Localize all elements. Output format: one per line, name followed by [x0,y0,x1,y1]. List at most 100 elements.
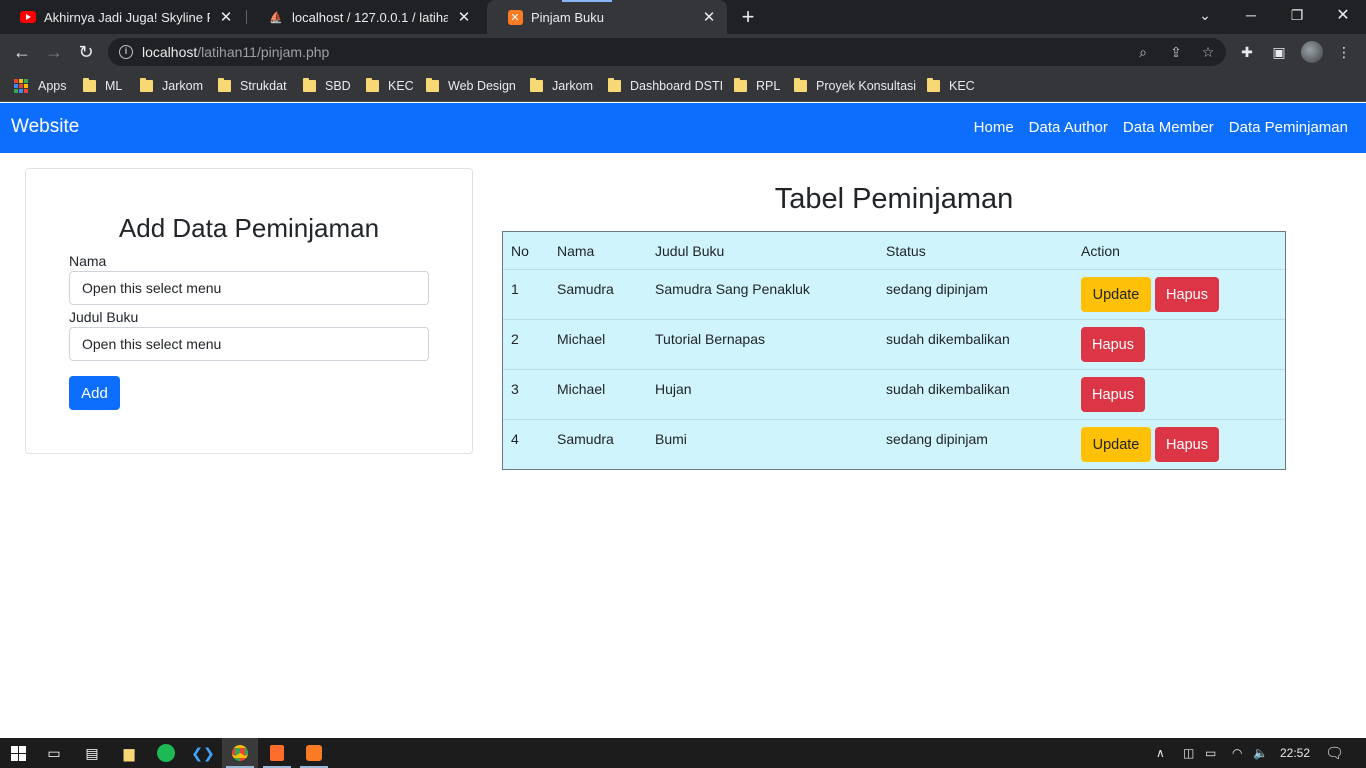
bookmark-label: RPL [756,79,781,93]
xampp-icon: ✕ [507,9,523,25]
vscode-icon[interactable]: ❮❯ [185,738,221,768]
tab-search-icon[interactable]: ⌄ [1182,0,1228,30]
profile-avatar[interactable] [1301,41,1323,63]
browser-tab-strip: Akhirnya Jadi Juga! Skyline R-34 | ✕ ⛵ l… [0,0,1366,34]
cell-judul-buku: Hujan [655,381,692,397]
nav-link-home[interactable]: Home [974,119,1014,136]
bookmark-label: KEC [388,79,414,93]
bookmark-folder[interactable]: RPL [734,77,780,95]
bookmark-label: Apps [38,79,67,93]
spotify-icon[interactable] [148,738,184,768]
terminal-icon[interactable]: ▤ [74,738,110,768]
nav-link-data-author[interactable]: Data Author [1029,119,1108,136]
bookmark-label: Dashboard DSTI [630,79,724,93]
hapus-button[interactable]: Hapus [1081,377,1145,412]
bookmark-folder[interactable]: KEC [927,77,975,95]
cell-no: 1 [511,281,519,297]
bookmark-folder[interactable]: Strukdat [218,77,287,95]
cell-judul-buku: Bumi [655,431,687,447]
menu-kebab-icon[interactable]: ⋮ [1334,42,1354,62]
row-actions: Hapus [1081,327,1145,362]
extensions-puzzle-icon[interactable]: ✚ [1237,42,1257,62]
table-row: 3 Michael Hujan sudah dikembalikan Hapus [503,369,1285,419]
folder-icon [794,78,807,92]
update-button[interactable]: Update [1081,427,1151,462]
bookmark-apps[interactable]: Apps [14,77,67,95]
add-button[interactable]: Add [69,376,120,410]
close-tab-icon[interactable]: ✕ [218,8,234,26]
close-tab-icon[interactable]: ✕ [701,8,717,26]
new-tab-icon[interactable]: + [738,6,758,28]
folder-icon [927,78,940,92]
bookmark-folder[interactable]: SBD [303,77,351,95]
bookmark-folder[interactable]: Dashboard DSTI [608,77,723,95]
bookmark-folder[interactable]: Web Design [426,77,516,95]
bookmark-folder[interactable]: Proyek Konsultasi [794,77,916,95]
nav-link-data-member[interactable]: Data Member [1123,119,1214,136]
bookmark-folder[interactable]: KEC [366,77,414,95]
side-panel-icon[interactable]: ▣ [1269,42,1289,62]
nav-link-data-peminjaman[interactable]: Data Peminjaman [1229,119,1348,136]
bookmark-folder[interactable]: Jarkom [530,77,593,95]
zoom-icon[interactable]: ⌕ [1134,43,1152,61]
url-text[interactable]: localhost/latihan11/pinjam.php [142,44,329,60]
task-view-icon[interactable]: ▭ [36,738,72,768]
cell-nama: Michael [557,331,606,347]
row-actions: Update Hapus [1081,427,1219,462]
browser-tab-pinjam-buku[interactable]: ✕ Pinjam Buku ✕ [487,0,727,34]
reload-icon[interactable]: ↻ [74,40,98,64]
volume-icon[interactable]: 🔈 [1253,738,1268,768]
back-arrow-icon[interactable]: ← [10,40,34,64]
header-judul-buku: Judul Buku [655,243,725,259]
sublime-icon[interactable] [259,738,295,768]
address-bar[interactable]: i localhost/latihan11/pinjam.php ⌕ ⇪ ☆ [108,38,1226,66]
cell-no: 2 [511,331,519,347]
navbar-brand[interactable]: Website [11,116,79,138]
close-tab-icon[interactable]: ✕ [456,8,472,26]
bookmark-label: SBD [325,79,351,93]
url-path: /latihan11/pinjam.php [197,44,330,60]
close-window-icon[interactable]: ✕ [1320,0,1366,30]
folder-icon [426,78,439,92]
bookmark-label: Jarkom [552,79,593,93]
notification-icon[interactable]: 🗨 [1325,738,1344,768]
bookmark-label: ML [105,79,123,93]
browser-tab-phpmyadmin[interactable]: ⛵ localhost / 127.0.0.1 / latihan11 / ✕ [248,0,482,34]
cell-status: sudah dikembalikan [886,331,1010,347]
restore-icon[interactable]: ❐ [1274,0,1320,30]
cell-nama: Samudra [557,431,614,447]
minimize-icon[interactable]: ─ [1228,0,1274,30]
apps-grid-icon [14,79,28,93]
url-host: localhost [142,44,198,60]
row-actions: Update Hapus [1081,277,1219,312]
folder-icon [734,78,747,92]
wifi-icon[interactable]: ◠ [1232,738,1242,768]
bookmark-folder[interactable]: Jarkom [140,77,203,95]
browser-toolbar: ← → ↻ i localhost/latihan11/pinjam.php ⌕… [0,34,1366,70]
windows-start-icon[interactable] [0,738,36,768]
bookmark-star-icon[interactable]: ☆ [1199,43,1217,61]
cell-no: 4 [511,431,519,447]
cell-nama: Michael [557,381,606,397]
update-button[interactable]: Update [1081,277,1151,312]
hapus-button[interactable]: Hapus [1155,277,1219,312]
site-info-icon[interactable]: i [119,45,133,59]
bookmark-folder[interactable]: ML [83,77,122,95]
tray-chevron-icon[interactable]: ∧ [1156,738,1165,768]
forward-arrow-icon[interactable]: → [42,40,66,64]
share-icon[interactable]: ⇪ [1167,43,1185,61]
hapus-button[interactable]: Hapus [1155,427,1219,462]
meet-now-icon[interactable]: ◫ [1183,738,1194,768]
chrome-icon[interactable] [222,738,258,768]
folder-icon [366,78,379,92]
judul-buku-select[interactable]: Open this select menu [69,327,429,361]
nama-select[interactable]: Open this select menu [69,271,429,305]
bookmarks-bar: Apps ML Jarkom Strukdat SBD KEC Web Desi… [0,70,1366,102]
battery-icon[interactable]: ▭ [1205,738,1216,768]
clock[interactable]: 22:52 [1280,738,1310,768]
browser-tab-youtube[interactable]: Akhirnya Jadi Juga! Skyline R-34 | ✕ [0,0,244,34]
xampp-taskbar-icon[interactable] [296,738,332,768]
file-explorer-icon[interactable]: ▆ [111,738,147,768]
hapus-button[interactable]: Hapus [1081,327,1145,362]
cell-nama: Samudra [557,281,614,297]
